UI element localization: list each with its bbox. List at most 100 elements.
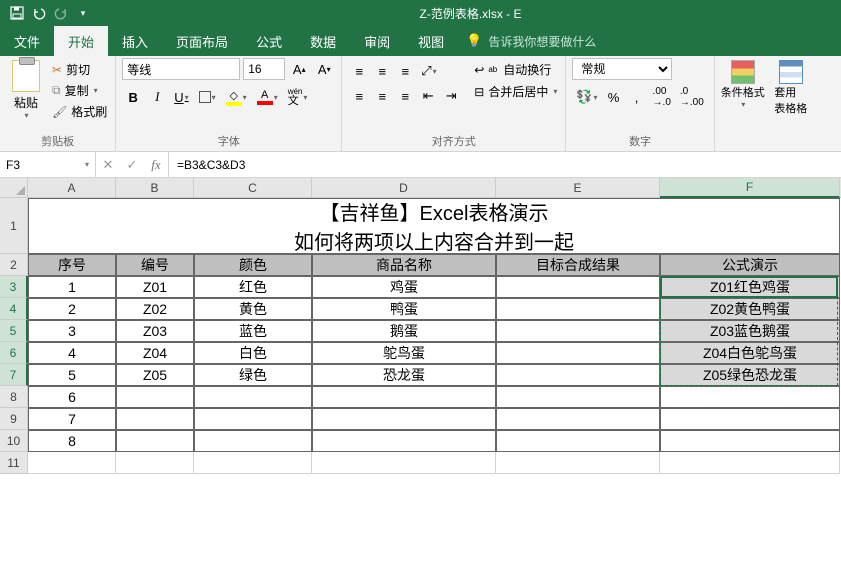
cell[interactable]: [116, 430, 194, 452]
tab-formulas[interactable]: 公式: [242, 26, 296, 56]
copy-button[interactable]: ⧉复制▾: [50, 81, 109, 100]
cell[interactable]: [660, 452, 840, 474]
cell[interactable]: 白色: [194, 342, 312, 364]
cell[interactable]: [116, 452, 194, 474]
redo-icon[interactable]: [52, 4, 70, 22]
phonetic-button[interactable]: wén文▾: [284, 86, 312, 108]
cell[interactable]: [496, 298, 660, 320]
cell[interactable]: 6: [28, 386, 116, 408]
cell[interactable]: 鸡蛋: [312, 276, 496, 298]
align-center-button[interactable]: ≡: [371, 85, 393, 107]
row-header-7[interactable]: 7: [0, 364, 28, 386]
cell[interactable]: 蓝色: [194, 320, 312, 342]
select-all-corner[interactable]: [0, 178, 28, 198]
cell-formula-result[interactable]: Z05绿色恐龙蛋: [660, 364, 840, 386]
font-color-button[interactable]: A▾: [253, 86, 282, 108]
col-header-B[interactable]: B: [116, 178, 194, 198]
tab-insert[interactable]: 插入: [108, 26, 162, 56]
align-left-button[interactable]: ≡: [348, 85, 370, 107]
cell[interactable]: 7: [28, 408, 116, 430]
cell[interactable]: 鸵鸟蛋: [312, 342, 496, 364]
cell[interactable]: 红色: [194, 276, 312, 298]
cell[interactable]: [496, 342, 660, 364]
cell[interactable]: [28, 452, 116, 474]
col-header-F[interactable]: F: [660, 178, 840, 198]
cell[interactable]: [660, 408, 840, 430]
cell[interactable]: 鸭蛋: [312, 298, 496, 320]
cell[interactable]: [660, 430, 840, 452]
header-code[interactable]: 编号: [116, 254, 194, 276]
bold-button[interactable]: B: [122, 86, 144, 108]
cell[interactable]: 5: [28, 364, 116, 386]
tab-home[interactable]: 开始: [54, 26, 108, 56]
cell[interactable]: 8: [28, 430, 116, 452]
row-header-2[interactable]: 2: [0, 254, 28, 276]
currency-button[interactable]: 💱▾: [572, 86, 601, 108]
row-header-6[interactable]: 6: [0, 342, 28, 364]
cell[interactable]: [194, 430, 312, 452]
cell-formula-result[interactable]: Z04白色鸵鸟蛋: [660, 342, 840, 364]
increase-decimal-button[interactable]: .00→.0: [649, 86, 675, 108]
row-header-9[interactable]: 9: [0, 408, 28, 430]
accept-formula-button[interactable]: ✓: [120, 154, 144, 176]
align-middle-button[interactable]: ≡: [371, 60, 393, 82]
col-header-C[interactable]: C: [194, 178, 312, 198]
cell[interactable]: [312, 452, 496, 474]
number-format-select[interactable]: 常规: [572, 58, 672, 80]
indent-increase-button[interactable]: ⇥: [440, 85, 462, 107]
formula-input[interactable]: =B3&C3&D3: [169, 152, 841, 177]
merge-center-button[interactable]: ⊟合并后居中▾: [472, 82, 559, 101]
percent-button[interactable]: %: [603, 86, 625, 108]
conditional-formatting-button[interactable]: 条件格式 ▾: [721, 60, 765, 109]
italic-button[interactable]: I: [146, 86, 168, 108]
cell[interactable]: [312, 430, 496, 452]
qat-dropdown-icon[interactable]: ▾: [74, 4, 92, 22]
cell[interactable]: [116, 408, 194, 430]
cell-formula-result[interactable]: Z03蓝色鹅蛋: [660, 320, 840, 342]
cell[interactable]: [660, 386, 840, 408]
cell[interactable]: 3: [28, 320, 116, 342]
font-name-input[interactable]: [122, 58, 240, 80]
cell[interactable]: 2: [28, 298, 116, 320]
cell-formula-result[interactable]: Z02黄色鸭蛋: [660, 298, 840, 320]
cell[interactable]: 恐龙蛋: [312, 364, 496, 386]
tab-page-layout[interactable]: 页面布局: [162, 26, 242, 56]
cancel-formula-button[interactable]: ✕: [96, 154, 120, 176]
cell[interactable]: [194, 408, 312, 430]
fill-color-button[interactable]: ◇▾: [222, 86, 251, 108]
cell[interactable]: [496, 364, 660, 386]
format-painter-button[interactable]: 🖌格式刷: [50, 102, 109, 121]
header-formula[interactable]: 公式演示: [660, 254, 840, 276]
comma-button[interactable]: ,: [626, 86, 648, 108]
border-button[interactable]: ▾: [195, 86, 220, 108]
orientation-button[interactable]: ⤢▾: [417, 60, 440, 82]
tell-me-search[interactable]: 💡 告诉我你想要做什么: [458, 26, 604, 56]
header-name[interactable]: 商品名称: [312, 254, 496, 276]
cell[interactable]: [116, 386, 194, 408]
decrease-decimal-button[interactable]: .0→.00: [676, 86, 708, 108]
cell[interactable]: 鹅蛋: [312, 320, 496, 342]
row-header-5[interactable]: 5: [0, 320, 28, 342]
cell[interactable]: [496, 386, 660, 408]
undo-icon[interactable]: [30, 4, 48, 22]
col-header-D[interactable]: D: [312, 178, 496, 198]
align-right-button[interactable]: ≡: [394, 85, 416, 107]
cell[interactable]: 4: [28, 342, 116, 364]
align-top-button[interactable]: ≡: [348, 60, 370, 82]
underline-button[interactable]: U▾: [170, 86, 192, 108]
col-header-E[interactable]: E: [496, 178, 660, 198]
row-header-8[interactable]: 8: [0, 386, 28, 408]
indent-decrease-button[interactable]: ⇤: [417, 85, 439, 107]
header-seq[interactable]: 序号: [28, 254, 116, 276]
name-box[interactable]: F3 ▾: [0, 152, 96, 177]
font-size-input[interactable]: [243, 58, 285, 80]
shrink-font-button[interactable]: A▾: [313, 58, 335, 80]
paste-button[interactable]: 粘贴 ▾: [6, 60, 46, 120]
row-header-11[interactable]: 11: [0, 452, 28, 474]
cell[interactable]: Z05: [116, 364, 194, 386]
cell[interactable]: [194, 386, 312, 408]
cell[interactable]: [496, 276, 660, 298]
cell[interactable]: [312, 408, 496, 430]
row-header-4[interactable]: 4: [0, 298, 28, 320]
tab-file[interactable]: 文件: [0, 26, 54, 56]
